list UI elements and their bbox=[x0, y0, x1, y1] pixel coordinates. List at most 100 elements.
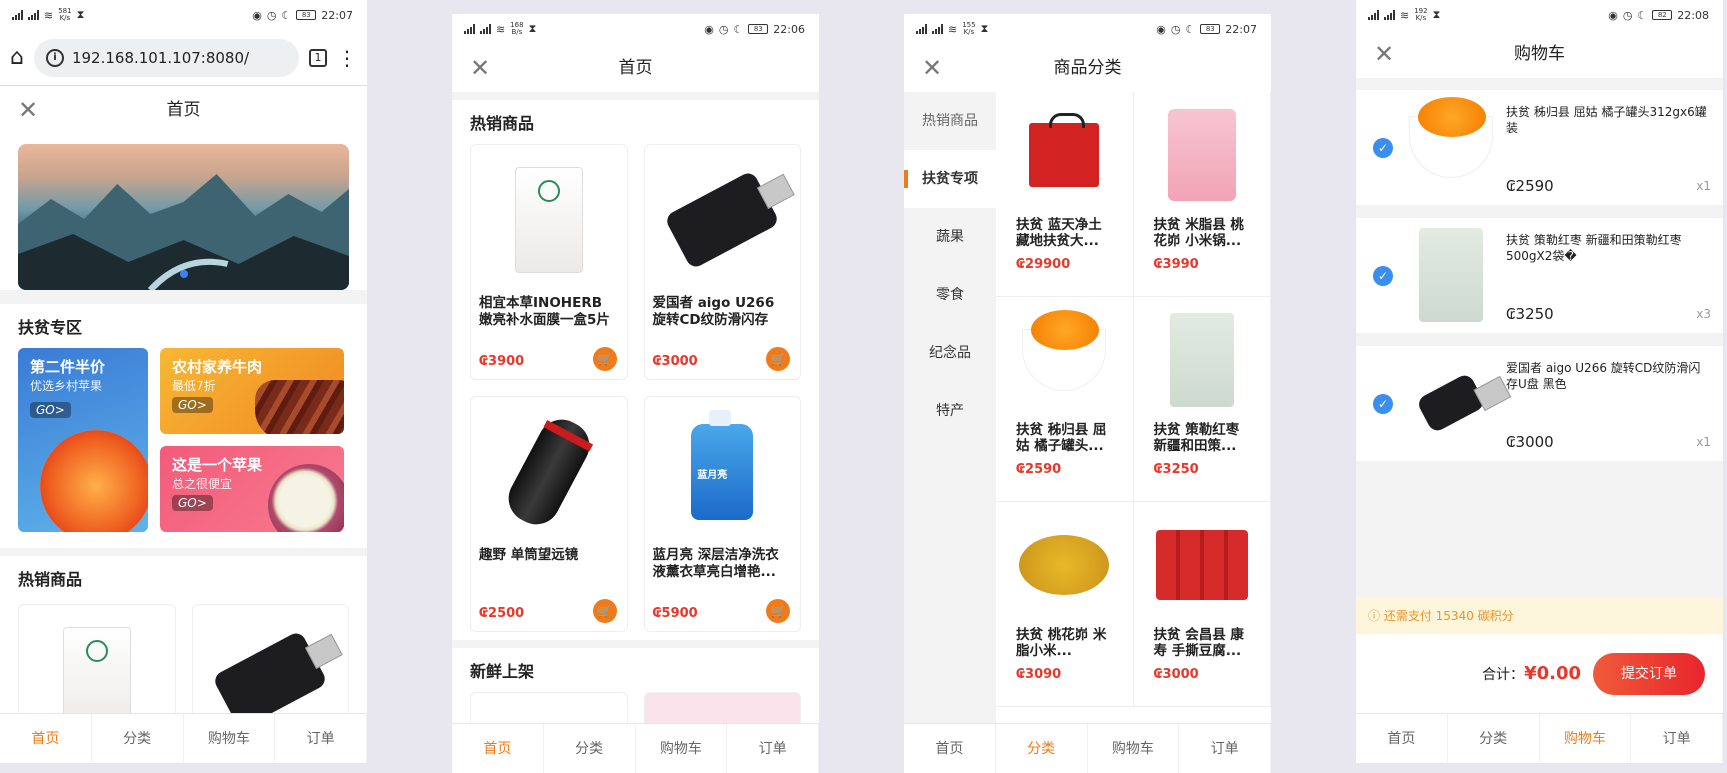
add-to-cart-icon[interactable]: 🛒 bbox=[766, 347, 790, 371]
carousel-indicator[interactable] bbox=[179, 270, 188, 278]
cart-item-price: ₢2590 bbox=[1506, 177, 1554, 195]
go-button[interactable]: GO> bbox=[30, 402, 71, 418]
signal-icon bbox=[1368, 10, 1379, 20]
cart-item[interactable]: ✓ 扶贫 秭归县 屈姑 橘子罐头312gx6罐装 ₢2590 x1 bbox=[1356, 90, 1723, 205]
product-name: 蓝月亮 深层洁净洗衣液薰衣草亮白增艳... bbox=[652, 547, 779, 580]
total-amount: 合计：¥0.00 bbox=[1482, 663, 1581, 684]
product-price: ₢2500 bbox=[479, 606, 525, 621]
tab-cart[interactable]: 购物车 bbox=[636, 724, 728, 773]
product-price: ₢3990 bbox=[1153, 257, 1199, 272]
tab-orders[interactable]: 订单 bbox=[1179, 724, 1271, 773]
product-price: ₢3900 bbox=[479, 354, 525, 369]
menu-icon[interactable]: ⋮ bbox=[337, 48, 357, 68]
category-screen: ≋ 155 K/s ⧗ ◉ ◷ ☾ 83 22:07 ✕ 商品分类 热销商品 扶贫专项 蔬果 零… bbox=[904, 14, 1271, 773]
tab-cart[interactable]: 购物车 bbox=[184, 714, 276, 763]
title-bar: ✕ 购物车 bbox=[1356, 30, 1723, 78]
submit-order-button[interactable]: 提交订单 bbox=[1593, 652, 1705, 695]
tab-category[interactable]: 分类 bbox=[92, 714, 184, 763]
status-bar: ≋ 581 K/s ⧗ ◉ ◷ ☾ 83 22:07 bbox=[0, 0, 367, 30]
millet-image bbox=[1019, 534, 1110, 595]
payment-notice: ⓘ 还需支付 15340 碳积分 bbox=[1356, 598, 1723, 634]
eye-icon: ◉ bbox=[252, 8, 262, 22]
status-bar: ≋ 155 K/s ⧗ ◉ ◷ ☾ 83 22:07 bbox=[904, 14, 1271, 44]
tab-orders[interactable]: 订单 bbox=[727, 724, 819, 773]
close-icon[interactable]: ✕ bbox=[470, 44, 490, 92]
page-title: 首页 bbox=[166, 100, 201, 120]
product-cell[interactable]: 扶贫 会昌县 康寿 手撕豆腐... ₢3000 bbox=[1133, 502, 1271, 707]
alarm-icon: ◷ bbox=[1622, 8, 1633, 22]
battery-icon: 83 bbox=[296, 10, 317, 20]
product-card[interactable]: 爱国者 aigo U266 旋转CD纹防滑闪存U... ₢3000 🛒 bbox=[643, 144, 801, 380]
facemask-image bbox=[514, 167, 583, 273]
product-card[interactable] bbox=[191, 604, 349, 730]
tab-cart[interactable]: 购物车 bbox=[1088, 724, 1180, 773]
signal-icon bbox=[28, 10, 39, 20]
category-item-selected[interactable]: 扶贫专项 bbox=[904, 150, 996, 208]
checkbox-checked-icon[interactable]: ✓ bbox=[1373, 394, 1393, 414]
product-card[interactable] bbox=[18, 604, 176, 733]
battery-icon: 82 bbox=[1652, 10, 1673, 20]
product-card[interactable]: 蓝月亮 深层洁净洗衣液薰衣草亮白增艳... ₢5900 🛒 bbox=[643, 396, 801, 632]
go-button[interactable]: GO> bbox=[172, 397, 213, 413]
add-to-cart-icon[interactable]: 🛒 bbox=[592, 599, 617, 623]
date-bag-image bbox=[1419, 228, 1483, 322]
url-text: 192.168.101.107:8080/ bbox=[71, 48, 250, 67]
close-icon[interactable]: ✕ bbox=[922, 44, 942, 92]
promo-card-apple[interactable]: 这是一个苹果 总之很便宜 GO> bbox=[160, 446, 344, 532]
add-to-cart-icon[interactable]: 🛒 bbox=[766, 599, 790, 623]
product-card[interactable]: 趣野 单筒望远镜 ₢2500 🛒 bbox=[470, 396, 628, 632]
product-price: ₢3090 bbox=[1016, 667, 1062, 682]
tab-home[interactable]: 首页 bbox=[904, 724, 996, 773]
category-item[interactable]: 零食 bbox=[904, 266, 996, 324]
promo-card-beef[interactable]: 农村家养牛肉 最低7折 GO> bbox=[160, 348, 344, 434]
page-title: 首页 bbox=[618, 58, 653, 78]
eye-icon: ◉ bbox=[704, 22, 714, 36]
tab-home[interactable]: 首页 bbox=[452, 724, 544, 773]
clock-time: 22:07 bbox=[1225, 22, 1257, 36]
tab-switcher[interactable]: 1 bbox=[309, 48, 327, 67]
signal-icon bbox=[12, 10, 23, 20]
tab-cart[interactable]: 购物车 bbox=[1540, 714, 1632, 763]
poverty-section: 扶贫专区 第二件半价 优选乡村苹果 GO> 农村家养牛肉 最低7折 GO> 这是一个苹果… bbox=[0, 304, 367, 548]
product-cell[interactable]: 扶贫 策勒红枣 新疆和田策... ₢3250 bbox=[1133, 297, 1271, 502]
category-item[interactable]: 纪念品 bbox=[904, 324, 996, 382]
product-price: ₢29900 bbox=[1016, 257, 1071, 272]
product-cell[interactable]: 扶贫 秭归县 屈姑 橘子罐头... ₢2590 bbox=[996, 297, 1134, 502]
product-cell[interactable]: 扶贫 米脂县 桃花峁 小米锅... ₢3990 bbox=[1133, 92, 1271, 297]
banner-carousel[interactable] bbox=[18, 144, 349, 290]
tab-orders[interactable]: 订单 bbox=[275, 714, 367, 763]
usb-drive-image bbox=[1415, 372, 1487, 434]
close-icon[interactable]: ✕ bbox=[18, 86, 38, 134]
product-cell[interactable]: 扶贫 桃花峁 米脂小米... ₢3090 bbox=[996, 502, 1134, 707]
category-item[interactable]: 特产 bbox=[904, 382, 996, 440]
tab-home[interactable]: 首页 bbox=[0, 714, 92, 763]
tab-orders[interactable]: 订单 bbox=[1631, 714, 1723, 763]
close-icon[interactable]: ✕ bbox=[1374, 30, 1394, 78]
checkbox-checked-icon[interactable]: ✓ bbox=[1373, 266, 1393, 286]
cart-item-name: 爱国者 aigo U266 旋转CD纹防滑闪存U盘 黑色 bbox=[1506, 361, 1701, 391]
battery-icon: 83 bbox=[1200, 24, 1221, 34]
battery-icon: 83 bbox=[748, 24, 769, 34]
tab-home[interactable]: 首页 bbox=[1356, 714, 1448, 763]
add-to-cart-icon[interactable]: 🛒 bbox=[592, 347, 617, 371]
cart-item[interactable]: ✓ 扶贫 策勒红枣 新疆和田策勒红枣500gX2袋� ₢3250 x3 bbox=[1356, 218, 1723, 333]
tab-category[interactable]: 分类 bbox=[1448, 714, 1540, 763]
title-bar: ✕ 商品分类 bbox=[904, 44, 1271, 92]
tab-bar: 首页 分类 购物车 订单 bbox=[904, 723, 1271, 773]
category-item[interactable]: 蔬果 bbox=[904, 208, 996, 266]
checkout-bar: 合计：¥0.00 提交订单 bbox=[1356, 634, 1723, 713]
cart-item-name: 扶贫 秭归县 屈姑 橘子罐头312gx6罐装 bbox=[1506, 105, 1707, 135]
mountain-image bbox=[18, 174, 349, 290]
address-bar[interactable]: i 192.168.101.107:8080/ bbox=[33, 38, 299, 77]
product-card[interactable]: 相宜本草INOHERB 嫩亮补水面膜一盒5片装 ₢3900 🛒 bbox=[470, 144, 628, 380]
category-item[interactable]: 热销商品 bbox=[904, 92, 996, 150]
go-button[interactable]: GO> bbox=[172, 495, 213, 511]
cart-item[interactable]: ✓ 爱国者 aigo U266 旋转CD纹防滑闪存U盘 黑色 ₢3000 x1 bbox=[1356, 346, 1723, 461]
home-icon[interactable]: ⌂ bbox=[10, 45, 24, 70]
tab-category[interactable]: 分类 bbox=[544, 724, 636, 773]
product-cell[interactable]: 扶贫 蓝天净土 藏地扶贫大... ₢29900 bbox=[996, 92, 1134, 297]
promo-card-apple-half-price[interactable]: 第二件半价 优选乡村苹果 GO> bbox=[18, 348, 148, 532]
checkbox-checked-icon[interactable]: ✓ bbox=[1373, 138, 1393, 158]
tab-category[interactable]: 分类 bbox=[996, 724, 1088, 773]
tab-bar: 首页 分类 购物车 订单 bbox=[452, 723, 819, 773]
